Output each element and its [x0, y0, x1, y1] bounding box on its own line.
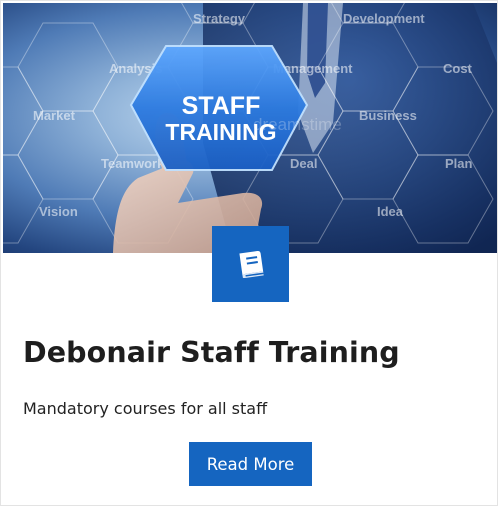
hex-word-deal: Deal — [290, 156, 317, 171]
hex-word-cost: Cost — [443, 61, 473, 76]
card-title: Debonair Staff Training — [23, 336, 400, 369]
book-badge — [212, 226, 289, 302]
hex-word-teamwork: Teamwork — [101, 156, 165, 171]
card-description: Mandatory courses for all staff — [23, 399, 268, 418]
watermark-text: dreamstime — [253, 115, 342, 134]
hex-word-strategy: Strategy — [193, 11, 246, 26]
hex-word-business: Business — [359, 108, 417, 123]
hex-word-plan: Plan — [445, 156, 473, 171]
badge-line-1: STAFF — [182, 92, 261, 120]
hex-word-development: Development — [343, 11, 425, 26]
training-card: Analysis Management Market Business Team… — [0, 0, 498, 506]
hero-image: Analysis Management Market Business Team… — [3, 3, 497, 253]
hex-word-vision: Vision — [39, 204, 78, 219]
read-more-button[interactable]: Read More — [189, 442, 312, 486]
hex-word-market: Market — [33, 108, 76, 123]
hex-word-idea: Idea — [377, 204, 404, 219]
hero-illustration: Analysis Management Market Business Team… — [3, 3, 497, 253]
book-icon — [238, 250, 264, 279]
